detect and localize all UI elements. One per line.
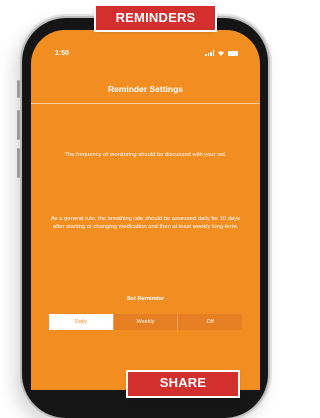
nav-divider [31, 103, 260, 104]
set-reminder-label: Set Reminder [126, 296, 165, 302]
monitoring-frequency-text: The frequency of monitoring should be di… [64, 152, 227, 158]
signal-icon [205, 50, 214, 56]
app-screen: 1:50 Reminder Settings The frequency of … [31, 30, 260, 390]
phone-side-button [17, 80, 20, 98]
status-bar: 1:50 [31, 50, 260, 62]
breathing-rate-guidance-text: As a general rule, the breathing rate sh… [50, 216, 241, 230]
phone-volume-down-button [17, 148, 20, 178]
status-icons [205, 50, 238, 56]
reminder-option-weekly[interactable]: Weekly [112, 314, 178, 330]
battery-icon [228, 50, 238, 56]
reminder-option-off[interactable]: Off [177, 314, 242, 330]
wifi-icon [218, 51, 224, 56]
share-banner: SHARE [128, 372, 238, 396]
reminder-frequency-segmented-control[interactable]: Daily Weekly Off [49, 314, 242, 330]
page-title: Reminder Settings [107, 84, 184, 94]
phone-volume-up-button [17, 110, 20, 140]
reminders-banner: REMINDERS [96, 6, 215, 30]
status-time: 1:50 [55, 50, 70, 57]
reminder-option-daily[interactable]: Daily [49, 314, 113, 330]
